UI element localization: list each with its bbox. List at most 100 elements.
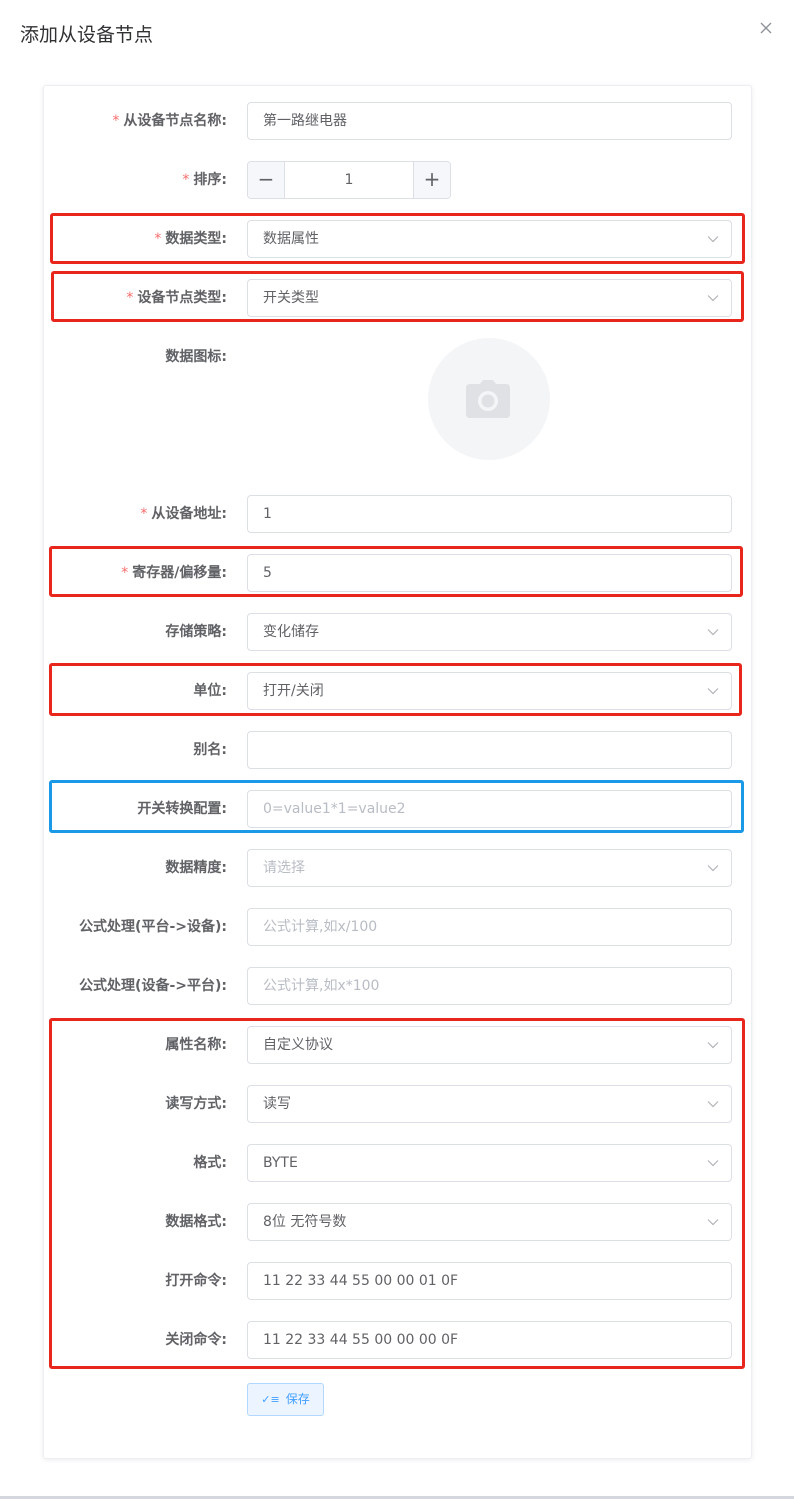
decrease-button[interactable]: − [248, 162, 285, 198]
sort-label: 排序: [193, 172, 227, 188]
sort-stepper[interactable]: − 1 + [247, 161, 451, 199]
data-precision-select[interactable]: 请选择 [247, 849, 732, 887]
chevron-down-icon [707, 236, 719, 243]
chevron-down-icon [707, 629, 719, 636]
format-label: 格式: [193, 1155, 227, 1171]
storage-policy-value: 变化储存 [263, 624, 319, 640]
form-item-sort: * 排序: − 1 + [44, 161, 751, 199]
form-item-alias: 别名: [44, 731, 751, 769]
data-type-select[interactable]: 数据属性 [247, 220, 732, 258]
close-command-input[interactable]: 11 22 33 44 55 00 00 00 0F [247, 1321, 732, 1359]
required-mark: * [126, 290, 134, 306]
camera-icon [466, 380, 510, 418]
slave-address-label: 从设备地址: [151, 506, 227, 522]
close-icon[interactable] [757, 19, 775, 37]
read-write-mode-value: 读写 [263, 1096, 291, 1112]
icon-uploader[interactable] [428, 338, 550, 460]
close-command-label: 关闭命令: [165, 1332, 227, 1348]
chevron-down-icon [707, 1219, 719, 1226]
form-item-node-type: * 设备节点类型: 开关类型 [44, 279, 751, 317]
slave-address-input[interactable]: 1 [247, 495, 732, 533]
form-item-slave-address: * 从设备地址: 1 [44, 495, 751, 533]
form-item-attribute-name: 属性名称: 自定义协议 [44, 1026, 751, 1064]
required-mark: * [140, 506, 148, 522]
format-select[interactable]: BYTE [247, 1144, 732, 1182]
data-type-value: 数据属性 [263, 231, 319, 247]
form-item-unit: 单位: 打开/关闭 [44, 672, 751, 710]
attribute-name-value: 自定义协议 [263, 1037, 333, 1053]
formula-to-platform-label: 公式处理(设备->平台): [79, 978, 227, 994]
required-mark: * [154, 231, 162, 247]
chevron-down-icon [707, 295, 719, 302]
form-item-data-icon: 数据图标: [44, 338, 751, 376]
form-item-format: 格式: BYTE [44, 1144, 751, 1182]
open-command-label: 打开命令: [165, 1273, 227, 1289]
chevron-down-icon [707, 1042, 719, 1049]
form-item-switch-config: 开关转换配置: 0=value1*1=value2 [44, 790, 751, 828]
register-offset-label: 寄存器/偏移量: [132, 565, 227, 581]
node-type-label: 设备节点类型: [137, 290, 227, 306]
alias-input[interactable] [247, 731, 732, 769]
form-item-open-command: 打开命令: 11 22 33 44 55 00 00 01 0F [44, 1262, 751, 1300]
form-item-formula-to-device: 公式处理(平台->设备): 公式计算,如x/100 [44, 908, 751, 946]
chevron-down-icon [707, 688, 719, 695]
form-item-formula-to-platform: 公式处理(设备->平台): 公式计算,如x*100 [44, 967, 751, 1005]
register-offset-input[interactable]: 5 [247, 554, 732, 592]
switch-config-label: 开关转换配置: [137, 801, 227, 817]
unit-label: 单位: [193, 683, 227, 699]
node-name-label: 从设备节点名称: [123, 113, 227, 129]
node-type-value: 开关类型 [263, 290, 319, 306]
form-item-storage-policy: 存储策略: 变化储存 [44, 613, 751, 651]
formula-to-device-input[interactable]: 公式计算,如x/100 [247, 908, 732, 946]
chevron-down-icon [707, 865, 719, 872]
data-precision-label: 数据精度: [165, 860, 227, 876]
data-icon-label: 数据图标: [165, 349, 227, 365]
alias-label: 别名: [193, 742, 227, 758]
save-button[interactable]: ✓≡ 保存 [247, 1383, 324, 1416]
data-precision-placeholder: 请选择 [263, 860, 305, 876]
storage-policy-label: 存储策略: [165, 624, 227, 640]
read-write-mode-select[interactable]: 读写 [247, 1085, 732, 1123]
form-item-register-offset: * 寄存器/偏移量: 5 [44, 554, 751, 592]
switch-config-input[interactable]: 0=value1*1=value2 [247, 790, 732, 828]
increase-button[interactable]: + [413, 162, 450, 198]
data-format-select[interactable]: 8位 无符号数 [247, 1203, 732, 1241]
data-type-label: 数据类型: [165, 231, 227, 247]
sort-value[interactable]: 1 [285, 162, 413, 198]
open-command-input[interactable]: 11 22 33 44 55 00 00 01 0F [247, 1262, 732, 1300]
form-item-data-format: 数据格式: 8位 无符号数 [44, 1203, 751, 1241]
unit-value: 打开/关闭 [263, 683, 324, 699]
required-mark: * [182, 172, 190, 188]
node-type-select[interactable]: 开关类型 [247, 279, 732, 317]
form-item-data-precision: 数据精度: 请选择 [44, 849, 751, 887]
chevron-down-icon [707, 1101, 719, 1108]
node-name-value: 第一路继电器 [263, 113, 347, 129]
storage-policy-select[interactable]: 变化储存 [247, 613, 732, 651]
form-item-read-write-mode: 读写方式: 读写 [44, 1085, 751, 1123]
formula-to-device-label: 公式处理(平台->设备): [79, 919, 227, 935]
open-command-value: 11 22 33 44 55 00 00 01 0F [263, 1273, 459, 1289]
formula-to-platform-input[interactable]: 公式计算,如x*100 [247, 967, 732, 1005]
dialog-title: 添加从设备节点 [20, 24, 154, 46]
close-command-value: 11 22 33 44 55 00 00 00 0F [263, 1332, 459, 1348]
formula-to-platform-placeholder: 公式计算,如x*100 [263, 978, 380, 994]
switch-config-placeholder: 0=value1*1=value2 [263, 801, 406, 817]
data-format-label: 数据格式: [165, 1214, 227, 1230]
read-write-mode-label: 读写方式: [165, 1096, 227, 1112]
attribute-name-select[interactable]: 自定义协议 [247, 1026, 732, 1064]
required-mark: * [121, 565, 129, 581]
form-card: * 从设备节点名称: 第一路继电器 * 排序: − 1 + * 数据类型: 数据属性 … [43, 85, 752, 1459]
form-item-data-type: * 数据类型: 数据属性 [44, 220, 751, 258]
node-name-input[interactable]: 第一路继电器 [247, 102, 732, 140]
form-item-close-command: 关闭命令: 11 22 33 44 55 00 00 00 0F [44, 1321, 751, 1359]
formula-to-device-placeholder: 公式计算,如x/100 [263, 919, 378, 935]
register-offset-value: 5 [263, 565, 272, 581]
required-mark: * [112, 113, 120, 129]
data-format-value: 8位 无符号数 [263, 1214, 347, 1230]
unit-select[interactable]: 打开/关闭 [247, 672, 732, 710]
save-button-label: 保存 [285, 1392, 310, 1406]
chevron-down-icon [707, 1160, 719, 1167]
slave-address-value: 1 [263, 506, 272, 522]
form-item-node-name: * 从设备节点名称: 第一路继电器 [44, 102, 751, 140]
format-value: BYTE [263, 1155, 298, 1171]
